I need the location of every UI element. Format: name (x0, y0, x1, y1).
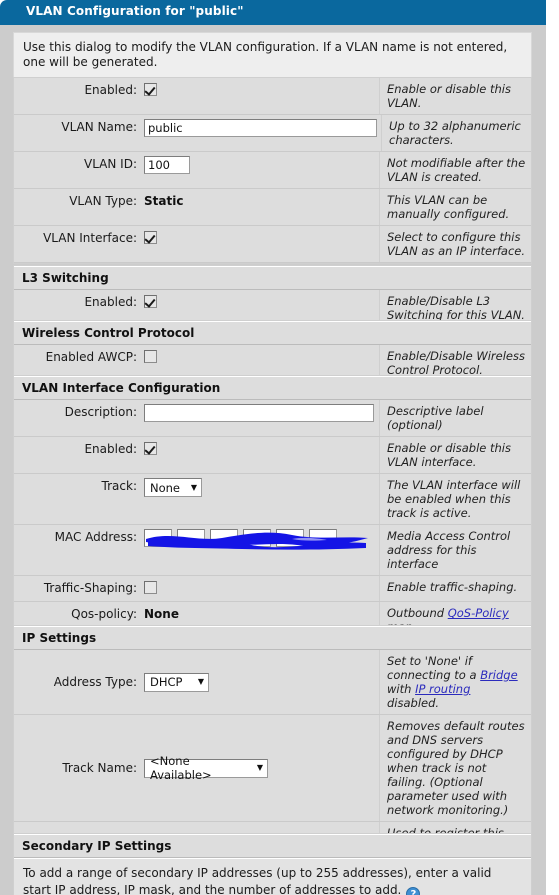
desc-track-name: Removes default routes and DNS servers c… (379, 715, 531, 821)
secondary-ip-blurb: To add a range of secondary IP addresses… (14, 858, 531, 895)
checkbox-vlan-interface[interactable] (144, 231, 157, 244)
mac-octet-2[interactable] (177, 529, 205, 547)
desc-if-enabled: Enable or disable this VLAN interface. (379, 437, 531, 473)
label-if-enabled: Enabled: (84, 442, 137, 456)
label-mac-address: MAC Address: (54, 530, 137, 544)
desc-traffic-shaping: Enable traffic-shaping. (379, 576, 531, 601)
desc-vlan-id: Not modifiable after the VLAN is created… (379, 152, 531, 188)
intro-text: Use this dialog to modify the VLAN confi… (13, 32, 532, 78)
control-if-track: None ▼ (142, 474, 379, 524)
label-track-name: Track Name: (62, 761, 137, 775)
dialog-frame: Use this dialog to modify the VLAN confi… (0, 25, 546, 895)
track-name-value: <None Available> (150, 754, 212, 782)
control-traffic-shaping (142, 576, 379, 601)
row-vlan-name: VLAN Name: Up to 32 alphanumeric charact… (14, 115, 531, 152)
desc-if-description: Descriptive label (optional) (379, 400, 531, 436)
secondary-ip-settings-panel: Secondary IP Settings To add a range of … (13, 833, 532, 895)
desc-addr-p3: disabled. (387, 696, 440, 710)
desc-vlan-enabled: Enable or disable this VLAN. (379, 78, 531, 114)
track-name-select[interactable]: <None Available> ▼ (144, 754, 268, 782)
desc-addr-p1: Set to 'None' if connecting to a (387, 654, 481, 682)
chevron-down-icon: ▼ (197, 677, 204, 686)
qos-policy-link[interactable]: QoS-Policy (448, 606, 509, 620)
chevron-down-icon: ▼ (256, 763, 263, 772)
track-select-value: None (150, 480, 181, 495)
control-mac-address (142, 525, 379, 575)
label-if-description: Description: (64, 405, 137, 419)
mac-octet-5[interactable] (276, 529, 304, 547)
control-track-name: <None Available> ▼ (142, 754, 379, 782)
label-vlan-interface: VLAN Interface: (43, 231, 137, 245)
section-header-wireless-control-protocol: Wireless Control Protocol (14, 321, 531, 345)
control-vlan-id (142, 152, 379, 188)
control-vlan-type: Static (142, 189, 379, 225)
secondary-ip-blurb-text: To add a range of secondary IP addresses… (23, 866, 492, 895)
checkbox-traffic-shaping[interactable] (144, 581, 157, 594)
checkbox-vlan-enabled[interactable] (144, 83, 157, 96)
control-if-enabled (142, 437, 379, 473)
label-traffic-shaping: Traffic-Shaping: (43, 581, 137, 595)
dialog-titlebar: VLAN Configuration for "public" (0, 0, 546, 25)
section-header-ip-settings: IP Settings (14, 626, 531, 650)
section-header-secondary-ip-settings: Secondary IP Settings (14, 834, 531, 858)
row-address-type: Address Type: DHCP ▼ Set to 'None' if co… (14, 650, 531, 715)
checkbox-l3-enabled[interactable] (144, 295, 157, 308)
row-vlan-type: VLAN Type: Static This VLAN can be manua… (14, 189, 531, 226)
label-vlan-type: VLAN Type: (69, 194, 137, 208)
address-type-value: DHCP (150, 675, 183, 689)
mac-octet-6[interactable] (309, 529, 337, 547)
vlan-name-input[interactable] (144, 119, 377, 137)
ip-routing-link[interactable]: IP routing (415, 682, 470, 696)
checkbox-awcp-enabled[interactable] (144, 350, 157, 363)
label-vlan-enabled: Enabled: (84, 83, 137, 97)
vlan-id-input[interactable] (144, 156, 190, 174)
track-select[interactable]: None ▼ (144, 478, 202, 497)
mac-address-octet-group (144, 529, 368, 550)
label-vlan-name: VLAN Name: (61, 120, 137, 134)
form-panel: Enabled: Enable or disable this VLAN. VL… (13, 77, 532, 264)
desc-vlan-type: This VLAN can be manually configured. (379, 189, 531, 225)
row-vlan-interface: VLAN Interface: Select to configure this… (14, 226, 531, 263)
label-vlan-id: VLAN ID: (84, 157, 137, 171)
control-vlan-enabled (142, 78, 379, 114)
vlan-configuration-dialog: VLAN Configuration for "public" Use this… (0, 0, 559, 895)
qos-policy-value: None (144, 607, 179, 621)
row-vlan-id: VLAN ID: Not modifiable after the VLAN i… (14, 152, 531, 189)
mac-octet-3[interactable] (210, 529, 238, 547)
desc-qos-pre: Outbound (387, 606, 448, 620)
control-vlan-interface (142, 226, 379, 262)
chevron-down-icon: ▼ (190, 482, 197, 492)
row-vlan-enabled: Enabled: Enable or disable this VLAN. (14, 78, 531, 115)
desc-address-type: Set to 'None' if connecting to a Bridge … (379, 650, 531, 714)
help-icon[interactable]: ? (406, 887, 421, 895)
checkbox-if-enabled[interactable] (144, 442, 157, 455)
row-if-description: Description: Descriptive label (optional… (14, 400, 531, 437)
desc-vlan-name: Up to 32 alphanumeric characters. (381, 115, 533, 151)
label-if-track: Track: (101, 479, 137, 493)
awcp-panel: Wireless Control Protocol Enabled AWCP: … (13, 320, 532, 382)
desc-vlan-interface: Select to configure this VLAN as an IP i… (379, 226, 531, 262)
control-address-type: DHCP ▼ (142, 669, 379, 696)
row-traffic-shaping: Traffic-Shaping: Enable traffic-shaping. (14, 576, 531, 602)
row-track-name: Track Name: <None Available> ▼ Removes d… (14, 715, 531, 822)
control-vlan-name (142, 115, 381, 151)
bridge-link[interactable]: Bridge (480, 668, 518, 682)
row-if-enabled: Enabled: Enable or disable this VLAN int… (14, 437, 531, 474)
l3-switching-panel: L3 Switching Enabled: Enable/Disable L3 … (13, 265, 532, 327)
row-mac-address: MAC Address: Media Access Control addres… (14, 525, 531, 576)
desc-mac-address: Media Access Control address for this in… (379, 525, 531, 575)
mac-octet-4[interactable] (243, 529, 271, 547)
control-if-description (142, 400, 379, 436)
mac-octet-1[interactable] (144, 529, 172, 547)
if-description-input[interactable] (144, 404, 374, 422)
section-header-l3-switching: L3 Switching (14, 266, 531, 290)
address-type-select[interactable]: DHCP ▼ (144, 672, 209, 692)
vlan-type-value: Static (144, 194, 184, 208)
section-header-vlan-interface-configuration: VLAN Interface Configuration (14, 376, 531, 400)
row-if-track: Track: None ▼ The VLAN interface will be… (14, 474, 531, 525)
desc-addr-p2: with (387, 682, 416, 696)
label-address-type: Address Type: (53, 675, 137, 689)
dialog-title: VLAN Configuration for "public" (26, 4, 244, 18)
desc-if-track: The VLAN interface will be enabled when … (379, 474, 531, 524)
